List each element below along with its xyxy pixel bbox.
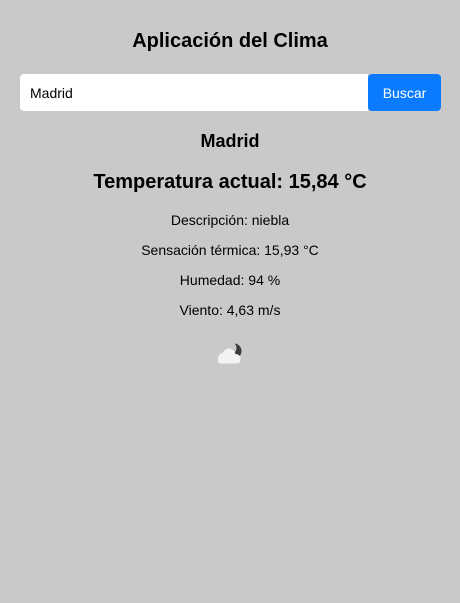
search-bar: Buscar <box>20 74 441 111</box>
weather-app: Aplicación del Clima Buscar Madrid Tempe… <box>0 0 460 603</box>
humidity: Humedad: 94 % <box>179 272 281 288</box>
search-button[interactable]: Buscar <box>368 74 441 111</box>
cloudy-night-icon <box>218 342 242 364</box>
city-search-input[interactable] <box>20 74 368 111</box>
page-title: Aplicación del Clima <box>132 30 328 52</box>
wind-speed: Viento: 4,63 m/s <box>179 302 281 318</box>
city-name: Madrid <box>200 131 260 151</box>
weather-description: Descripción: niebla <box>170 212 290 228</box>
current-temperature: Temperatura actual: 15,84 °C <box>93 171 367 193</box>
feels-like: Sensación térmica: 15,93 °C <box>141 242 319 258</box>
